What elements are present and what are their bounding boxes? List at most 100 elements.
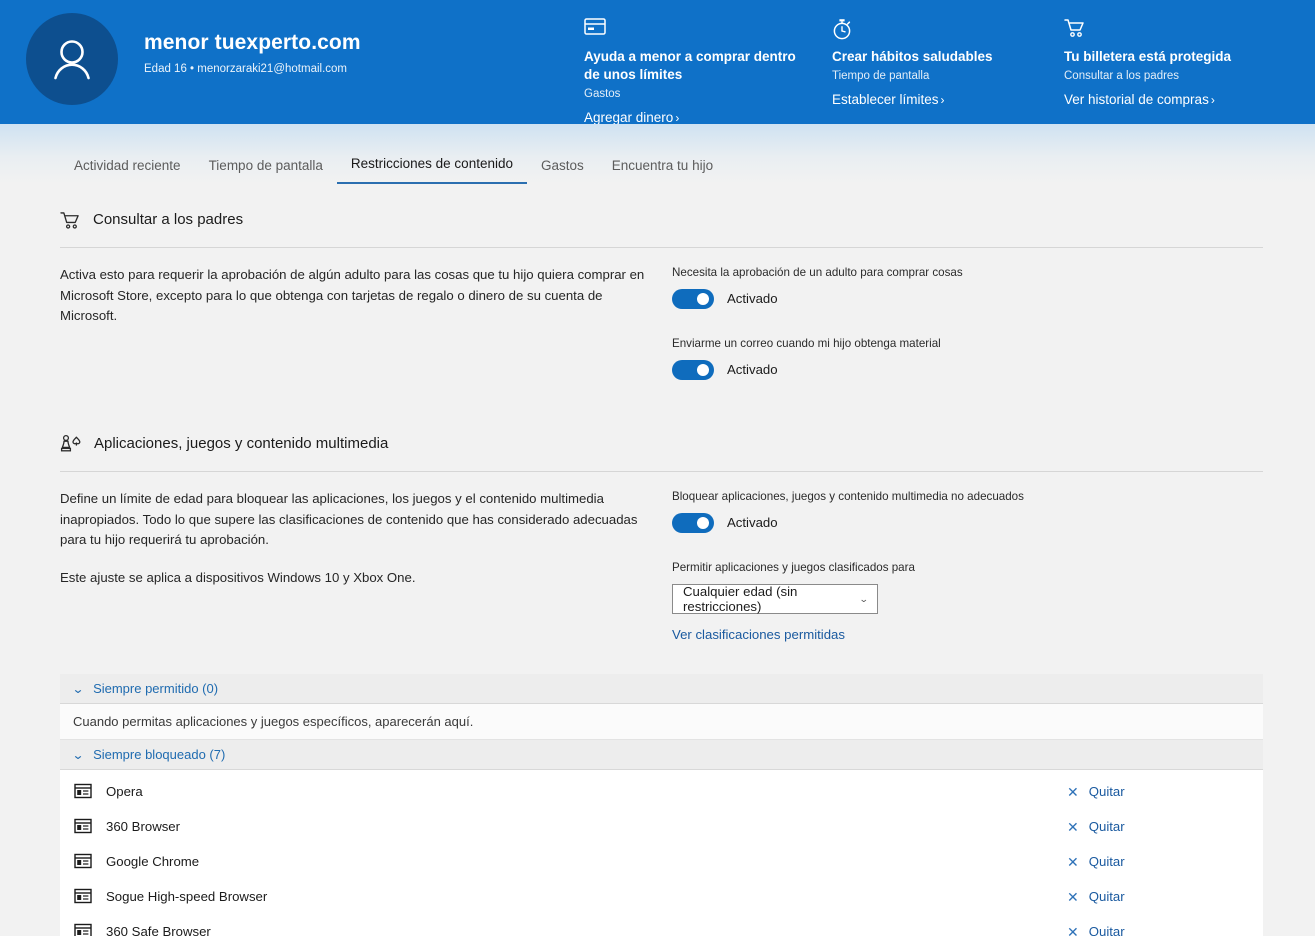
chevron-right-icon: › (941, 93, 945, 107)
app-name: Opera (106, 783, 1067, 801)
purchase-history-label: Ver historial de compras (1064, 92, 1209, 107)
list-item: 360 Browser ✕ Quitar (60, 809, 1263, 844)
close-icon: ✕ (1067, 785, 1079, 799)
toggle-group-block-apps: Bloquear aplicaciones, juegos y contenid… (672, 489, 1263, 533)
card-subtitle: Gastos (584, 87, 832, 102)
toggle-label: Enviarme un correo cuando mi hijo obteng… (672, 336, 1263, 351)
toggle-knob (697, 364, 709, 376)
app-name: Google Chrome (106, 853, 1067, 871)
set-limits-label: Establecer límites (832, 92, 939, 107)
app-window-icon (74, 818, 92, 836)
ask-parent-controls: Necesita la aprobación de un adulto para… (672, 265, 1263, 380)
always-blocked-label: Siempre bloqueado (7) (93, 746, 225, 763)
remove-label: Quitar (1089, 888, 1125, 906)
header-card-screentime: Crear hábitos saludables Tiempo de panta… (832, 18, 1064, 124)
card-title: Ayuda a menor a comprar dentro de unos l… (584, 48, 804, 84)
section-ask-parent: Consultar a los padres Activa esto para … (0, 184, 1315, 380)
app-name: Sogue High-speed Browser (106, 888, 1067, 906)
profile-info: menor tuexperto.com Edad 16 • menorzarak… (144, 0, 584, 77)
remove-label: Quitar (1089, 853, 1125, 871)
age-rating-label: Permitir aplicaciones y juegos clasifica… (672, 560, 1263, 575)
block-apps-toggle[interactable] (672, 513, 714, 533)
app-lists: ⌄ Siempre permitido (0) Cuando permitas … (60, 674, 1263, 936)
add-money-label: Agregar dinero (584, 110, 673, 124)
blocked-app-list: Opera ✕ Quitar 360 Browser (60, 770, 1263, 936)
remove-button[interactable]: ✕ Quitar (1067, 853, 1263, 871)
main-content: Consultar a los padres Activa esto para … (0, 184, 1315, 936)
ask-parent-description: Activa esto para requerir la aprobación … (60, 265, 652, 327)
header-card-spending: Ayuda a menor a comprar dentro de unos l… (584, 18, 832, 124)
nav-tabs: Actividad reciente Tiempo de pantalla Re… (0, 140, 1315, 184)
tab-restricciones-de-contenido[interactable]: Restricciones de contenido (337, 155, 527, 184)
app-window-icon (74, 783, 92, 801)
app-name: 360 Browser (106, 818, 1067, 836)
remove-label: Quitar (1089, 783, 1125, 801)
tab-tiempo-de-pantalla[interactable]: Tiempo de pantalla (195, 157, 337, 184)
game-pieces-icon (60, 434, 82, 454)
chevron-right-icon: › (1211, 93, 1215, 107)
app-window-icon (74, 923, 92, 936)
add-money-link[interactable]: Agregar dinero› (584, 109, 679, 124)
remove-button[interactable]: ✕ Quitar (1067, 818, 1263, 836)
header-cards: Ayuda a menor a comprar dentro de unos l… (584, 0, 1315, 124)
close-icon: ✕ (1067, 855, 1079, 869)
tab-encuentra-tu-hijo[interactable]: Encuentra tu hijo (598, 157, 727, 184)
shopping-cart-icon (1064, 18, 1309, 42)
toggle-label: Bloquear aplicaciones, juegos y contenid… (672, 489, 1263, 504)
avatar (26, 13, 118, 105)
toggle-state: Activado (727, 361, 778, 379)
person-icon (46, 33, 98, 85)
apps-description-col: Define un límite de edad para bloquear l… (60, 489, 672, 644)
remove-button[interactable]: ✕ Quitar (1067, 783, 1263, 801)
profile-name: menor tuexperto.com (144, 30, 584, 56)
email-toggle[interactable] (672, 360, 714, 380)
section-apps-games: Aplicaciones, juegos y contenido multime… (0, 434, 1315, 644)
view-allowed-ratings-link[interactable]: Ver clasificaciones permitidas (672, 626, 845, 644)
card-subtitle: Tiempo de pantalla (832, 69, 1064, 84)
always-allowed-header[interactable]: ⌄ Siempre permitido (0) (60, 674, 1263, 704)
set-limits-link[interactable]: Establecer límites› (832, 91, 945, 109)
shopping-cart-icon (60, 211, 81, 230)
toggle-group-email: Enviarme un correo cuando mi hijo obteng… (672, 336, 1263, 380)
list-item: Opera ✕ Quitar (60, 774, 1263, 809)
close-icon: ✕ (1067, 925, 1079, 936)
card-title: Crear hábitos saludables (832, 48, 1052, 66)
close-icon: ✕ (1067, 820, 1079, 834)
apps-controls: Bloquear aplicaciones, juegos y contenid… (672, 489, 1263, 644)
always-blocked-header[interactable]: ⌄ Siempre bloqueado (7) (60, 740, 1263, 770)
remove-button[interactable]: ✕ Quitar (1067, 888, 1263, 906)
age-rating-select[interactable]: Cualquier edad (sin restricciones) ⌄ (672, 584, 878, 614)
profile-subtitle: Edad 16 • menorzaraki21@hotmail.com (144, 62, 584, 77)
remove-label: Quitar (1089, 923, 1125, 936)
toggle-state: Activado (727, 514, 778, 532)
stopwatch-icon (832, 18, 1064, 42)
section-title: Consultar a los padres (93, 210, 243, 230)
apps-description-primary: Define un límite de edad para bloquear l… (60, 489, 652, 551)
header-card-wallet: Tu billetera está protegida Consultar a … (1064, 18, 1309, 124)
apps-description-secondary: Este ajuste se aplica a dispositivos Win… (60, 568, 652, 589)
chevron-right-icon: › (675, 111, 679, 124)
list-item: 360 Safe Browser ✕ Quitar (60, 914, 1263, 936)
chevron-down-icon: ⌄ (72, 683, 85, 695)
remove-button[interactable]: ✕ Quitar (1067, 923, 1263, 936)
age-rating-value: Cualquier edad (sin restricciones) (683, 584, 860, 614)
tab-actividad-reciente[interactable]: Actividad reciente (60, 157, 195, 184)
toggle-label: Necesita la aprobación de un adulto para… (672, 265, 1263, 280)
tab-gastos[interactable]: Gastos (527, 157, 598, 184)
card-subtitle: Consultar a los padres (1064, 69, 1309, 84)
approval-toggle[interactable] (672, 289, 714, 309)
toggle-knob (697, 293, 709, 305)
always-allowed-label: Siempre permitido (0) (93, 680, 218, 697)
profile-header: menor tuexperto.com Edad 16 • menorzarak… (0, 0, 1315, 124)
list-item: Sogue High-speed Browser ✕ Quitar (60, 879, 1263, 914)
toggle-knob (697, 517, 709, 529)
purchase-history-link[interactable]: Ver historial de compras› (1064, 91, 1215, 109)
app-window-icon (74, 888, 92, 906)
close-icon: ✕ (1067, 890, 1079, 904)
chevron-down-icon: ⌄ (859, 594, 869, 605)
ask-parent-description-col: Activa esto para requerir la aprobación … (60, 265, 672, 380)
app-window-icon (74, 853, 92, 871)
chevron-down-icon: ⌄ (72, 749, 85, 761)
remove-label: Quitar (1089, 818, 1125, 836)
section-title: Aplicaciones, juegos y contenido multime… (94, 434, 388, 454)
